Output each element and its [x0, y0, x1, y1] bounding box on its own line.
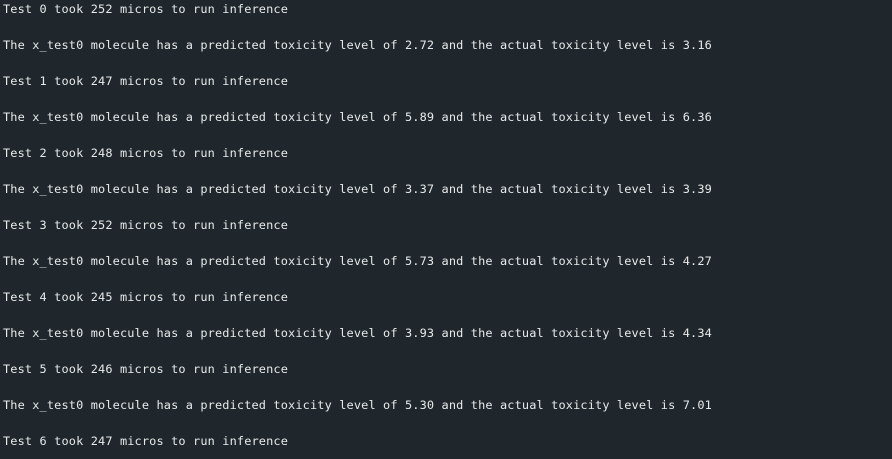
console-line-test-1: Test 1 took 247 micros to run inference	[3, 74, 289, 88]
console-output: Test 0 took 252 micros to run inference …	[0, 0, 892, 459]
console-line-prediction-4: The x_test0 molecule has a predicted tox…	[3, 326, 712, 340]
console-line-test-6: Test 6 took 247 micros to run inference	[3, 434, 289, 448]
console-line-prediction-2: The x_test0 molecule has a predicted tox…	[3, 182, 712, 196]
console-line-test-5: Test 5 took 246 micros to run inference	[3, 362, 289, 376]
console-line-prediction-5: The x_test0 molecule has a predicted tox…	[3, 398, 712, 412]
console-line-test-4: Test 4 took 245 micros to run inference	[3, 290, 289, 304]
console-line-test-2: Test 2 took 248 micros to run inference	[3, 146, 289, 160]
console-line-test-0: Test 0 took 252 micros to run inference	[3, 2, 289, 16]
console-line-prediction-1: The x_test0 molecule has a predicted tox…	[3, 110, 712, 124]
console-line-test-3: Test 3 took 252 micros to run inference	[3, 218, 289, 232]
console-line-prediction-3: The x_test0 molecule has a predicted tox…	[3, 254, 712, 268]
console-line-prediction-0: The x_test0 molecule has a predicted tox…	[3, 38, 712, 52]
